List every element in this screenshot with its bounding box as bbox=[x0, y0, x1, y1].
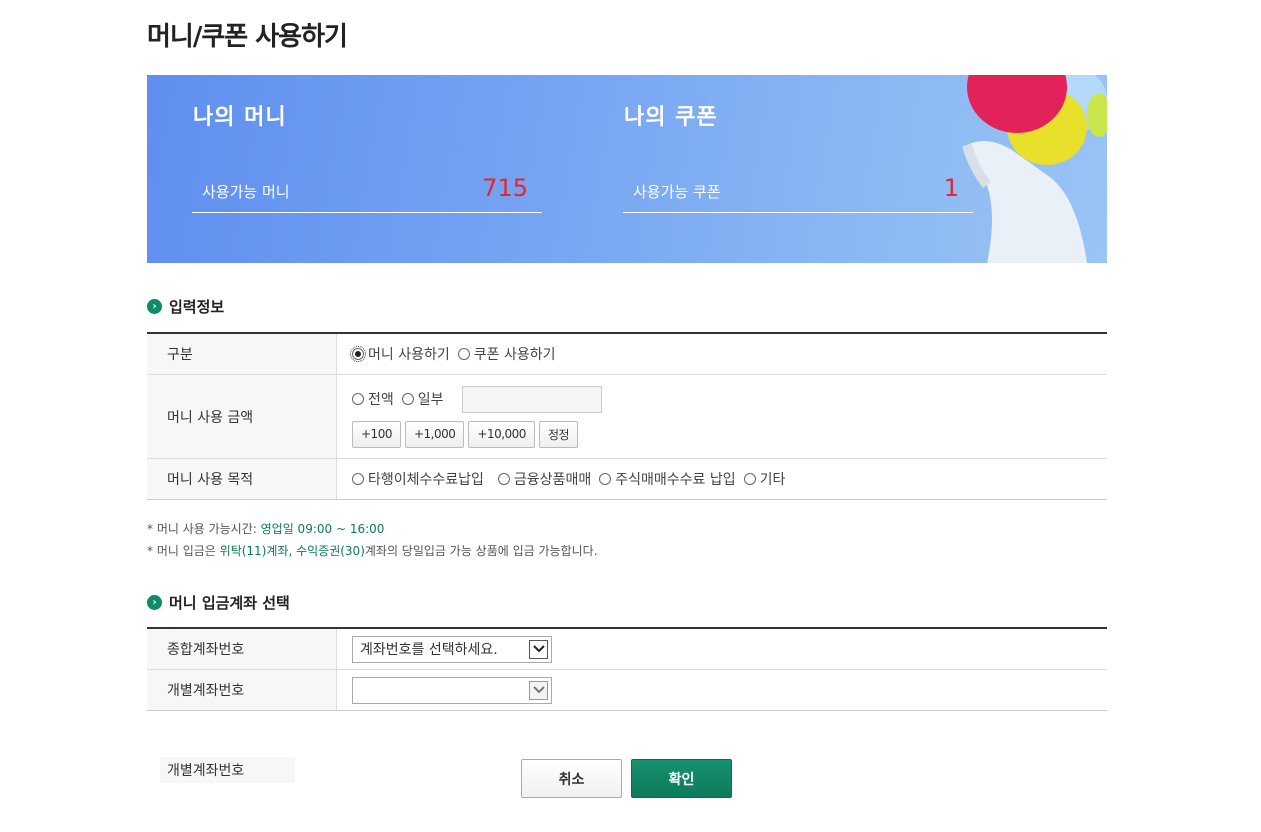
purpose-other-label: 기타 bbox=[759, 472, 786, 488]
amount-mode-group: 전액 일부 bbox=[352, 385, 602, 413]
sub-account-row: 개별계좌번호 bbox=[147, 670, 1107, 710]
balloons-illustration bbox=[962, 75, 1107, 263]
available-money-label: 사용가능 머니 bbox=[202, 183, 290, 201]
usage-notes: * 머니 사용 가능시간: 영업일 09:00 ~ 16:00 * 머니 입금은… bbox=[147, 518, 598, 562]
add-100-button[interactable]: +100 bbox=[352, 420, 401, 448]
type-row: 구분 머니 사용하기 쿠폰 사용하기 bbox=[147, 334, 1107, 375]
coupon-use-radio[interactable]: 쿠폰 사용하기 bbox=[457, 344, 556, 364]
radio-unchecked-icon bbox=[497, 473, 510, 485]
radio-unchecked-icon bbox=[352, 473, 364, 485]
full-amount-radio[interactable]: 전액 bbox=[352, 389, 394, 409]
radio-unchecked-icon bbox=[599, 473, 612, 485]
purpose-options: 타행이체수수료납입 금융상품매매 주식매매수수료 납입 기타 bbox=[337, 459, 1107, 499]
chevron-down-icon bbox=[529, 680, 548, 700]
radio-unchecked-icon bbox=[743, 473, 756, 485]
coupon-heading: 나의 쿠폰 bbox=[624, 105, 718, 130]
floating-sub-account-label: 개별계좌번호 bbox=[160, 757, 295, 783]
purpose-other-radio[interactable]: 기타 bbox=[743, 469, 786, 489]
available-coupon-label: 사용가능 쿠폰 bbox=[633, 183, 721, 201]
purpose-financial-product-radio[interactable]: 금융상품매매 bbox=[497, 469, 592, 489]
cancel-button[interactable]: 취소 bbox=[521, 759, 622, 798]
money-use-radio-label: 머니 사용하기 bbox=[368, 347, 450, 363]
note-deposit-suffix: 계좌의 당일입금 가능 상품에 입금 가능합니다. bbox=[364, 544, 598, 558]
radio-checked-icon bbox=[350, 346, 366, 362]
sub-account-cell bbox=[337, 670, 1107, 710]
note-hours-highlight: 영업일 09:00 ~ 16:00 bbox=[260, 522, 385, 536]
purpose-stock-fee-label: 주식매매수수료 납입 bbox=[615, 472, 736, 488]
account-section-header: › 머니 입금계좌 선택 bbox=[147, 592, 290, 613]
radio-unchecked-icon bbox=[401, 393, 414, 405]
add-10000-button[interactable]: +10,000 bbox=[468, 420, 535, 448]
amount-controls: 전액 일부 +100 +1,000 +10,000 정정 bbox=[337, 375, 1107, 458]
master-account-select[interactable]: 계좌번호를 선택하세요. bbox=[352, 635, 552, 663]
radio-unchecked-icon bbox=[352, 393, 364, 405]
full-amount-label: 전액 bbox=[368, 392, 394, 408]
available-coupon-row: 사용가능 쿠폰 1 bbox=[623, 173, 973, 213]
amount-label: 머니 사용 금액 bbox=[147, 375, 337, 458]
available-money-value: 715 bbox=[482, 174, 528, 202]
master-account-row: 종합계좌번호 계좌번호를 선택하세요. bbox=[147, 629, 1107, 670]
confirm-button[interactable]: 확인 bbox=[631, 759, 732, 798]
radio-unchecked-icon bbox=[457, 348, 470, 360]
input-section-header: › 입력정보 bbox=[147, 296, 224, 317]
note-deposit-highlight: 위탁(11)계좌, 수익증권(30) bbox=[219, 544, 365, 558]
money-use-radio[interactable]: 머니 사용하기 bbox=[350, 344, 450, 364]
chevron-right-circle-icon: › bbox=[147, 595, 162, 610]
available-money-row: 사용가능 머니 715 bbox=[192, 173, 542, 213]
master-account-label: 종합계좌번호 bbox=[147, 629, 337, 669]
purpose-stock-fee-radio[interactable]: 주식매매수수료 납입 bbox=[599, 469, 736, 489]
note-hours: * 머니 사용 가능시간: 영업일 09:00 ~ 16:00 bbox=[147, 518, 598, 540]
chevron-right-circle-icon: › bbox=[147, 299, 162, 314]
type-options: 머니 사용하기 쿠폰 사용하기 bbox=[337, 334, 1107, 374]
add-1000-button[interactable]: +1,000 bbox=[404, 420, 465, 448]
input-form-table: 구분 머니 사용하기 쿠폰 사용하기 머니 사용 금액 전액 일부 +100 +… bbox=[147, 332, 1107, 500]
purpose-financial-product-label: 금융상품매매 bbox=[513, 472, 592, 488]
coupon-summary: 나의 쿠폰 사용가능 쿠폰 1 bbox=[623, 75, 973, 263]
note-deposit-prefix: * 머니 입금은 bbox=[147, 544, 220, 558]
partial-amount-radio[interactable]: 일부 bbox=[401, 389, 444, 409]
sub-account-label: 개별계좌번호 bbox=[147, 670, 337, 710]
master-account-cell: 계좌번호를 선택하세요. bbox=[337, 629, 1107, 669]
purpose-label: 머니 사용 목적 bbox=[147, 459, 337, 499]
reset-amount-button[interactable]: 정정 bbox=[538, 420, 579, 448]
page-title: 머니/쿠폰 사용하기 bbox=[147, 22, 348, 52]
type-label: 구분 bbox=[147, 334, 337, 374]
amount-row: 머니 사용 금액 전액 일부 +100 +1,000 +10,000 정정 bbox=[147, 375, 1107, 459]
partial-amount-label: 일부 bbox=[417, 392, 444, 408]
coupon-use-radio-label: 쿠폰 사용하기 bbox=[473, 347, 556, 363]
master-account-select-value: 계좌번호를 선택하세요. bbox=[360, 642, 498, 658]
note-hours-prefix: * 머니 사용 가능시간: bbox=[147, 522, 261, 536]
money-heading: 나의 머니 bbox=[193, 105, 287, 130]
amount-quick-buttons: +100 +1,000 +10,000 정정 bbox=[352, 420, 582, 448]
balance-banner: 나의 머니 사용가능 머니 715 나의 쿠폰 사용가능 쿠폰 1 bbox=[147, 75, 1107, 263]
chevron-down-icon bbox=[529, 639, 548, 659]
account-section-title: 머니 입금계좌 선택 bbox=[169, 594, 290, 612]
note-deposit: * 머니 입금은 위탁(11)계좌, 수익증권(30)계좌의 당일입금 가능 상… bbox=[147, 540, 598, 562]
purpose-transfer-fee-label: 타행이체수수료납입 bbox=[368, 472, 484, 488]
sub-account-select[interactable] bbox=[352, 676, 552, 704]
purpose-transfer-fee-radio[interactable]: 타행이체수수료납입 bbox=[352, 469, 484, 489]
amount-input[interactable] bbox=[461, 385, 602, 413]
input-section-title: 입력정보 bbox=[169, 298, 225, 316]
money-summary: 나의 머니 사용가능 머니 715 bbox=[192, 75, 542, 263]
purpose-row: 머니 사용 목적 타행이체수수료납입 금융상품매매 주식매매수수료 납입 기타 bbox=[147, 459, 1107, 499]
account-form-table: 종합계좌번호 계좌번호를 선택하세요. 개별계좌번호 bbox=[147, 627, 1107, 711]
